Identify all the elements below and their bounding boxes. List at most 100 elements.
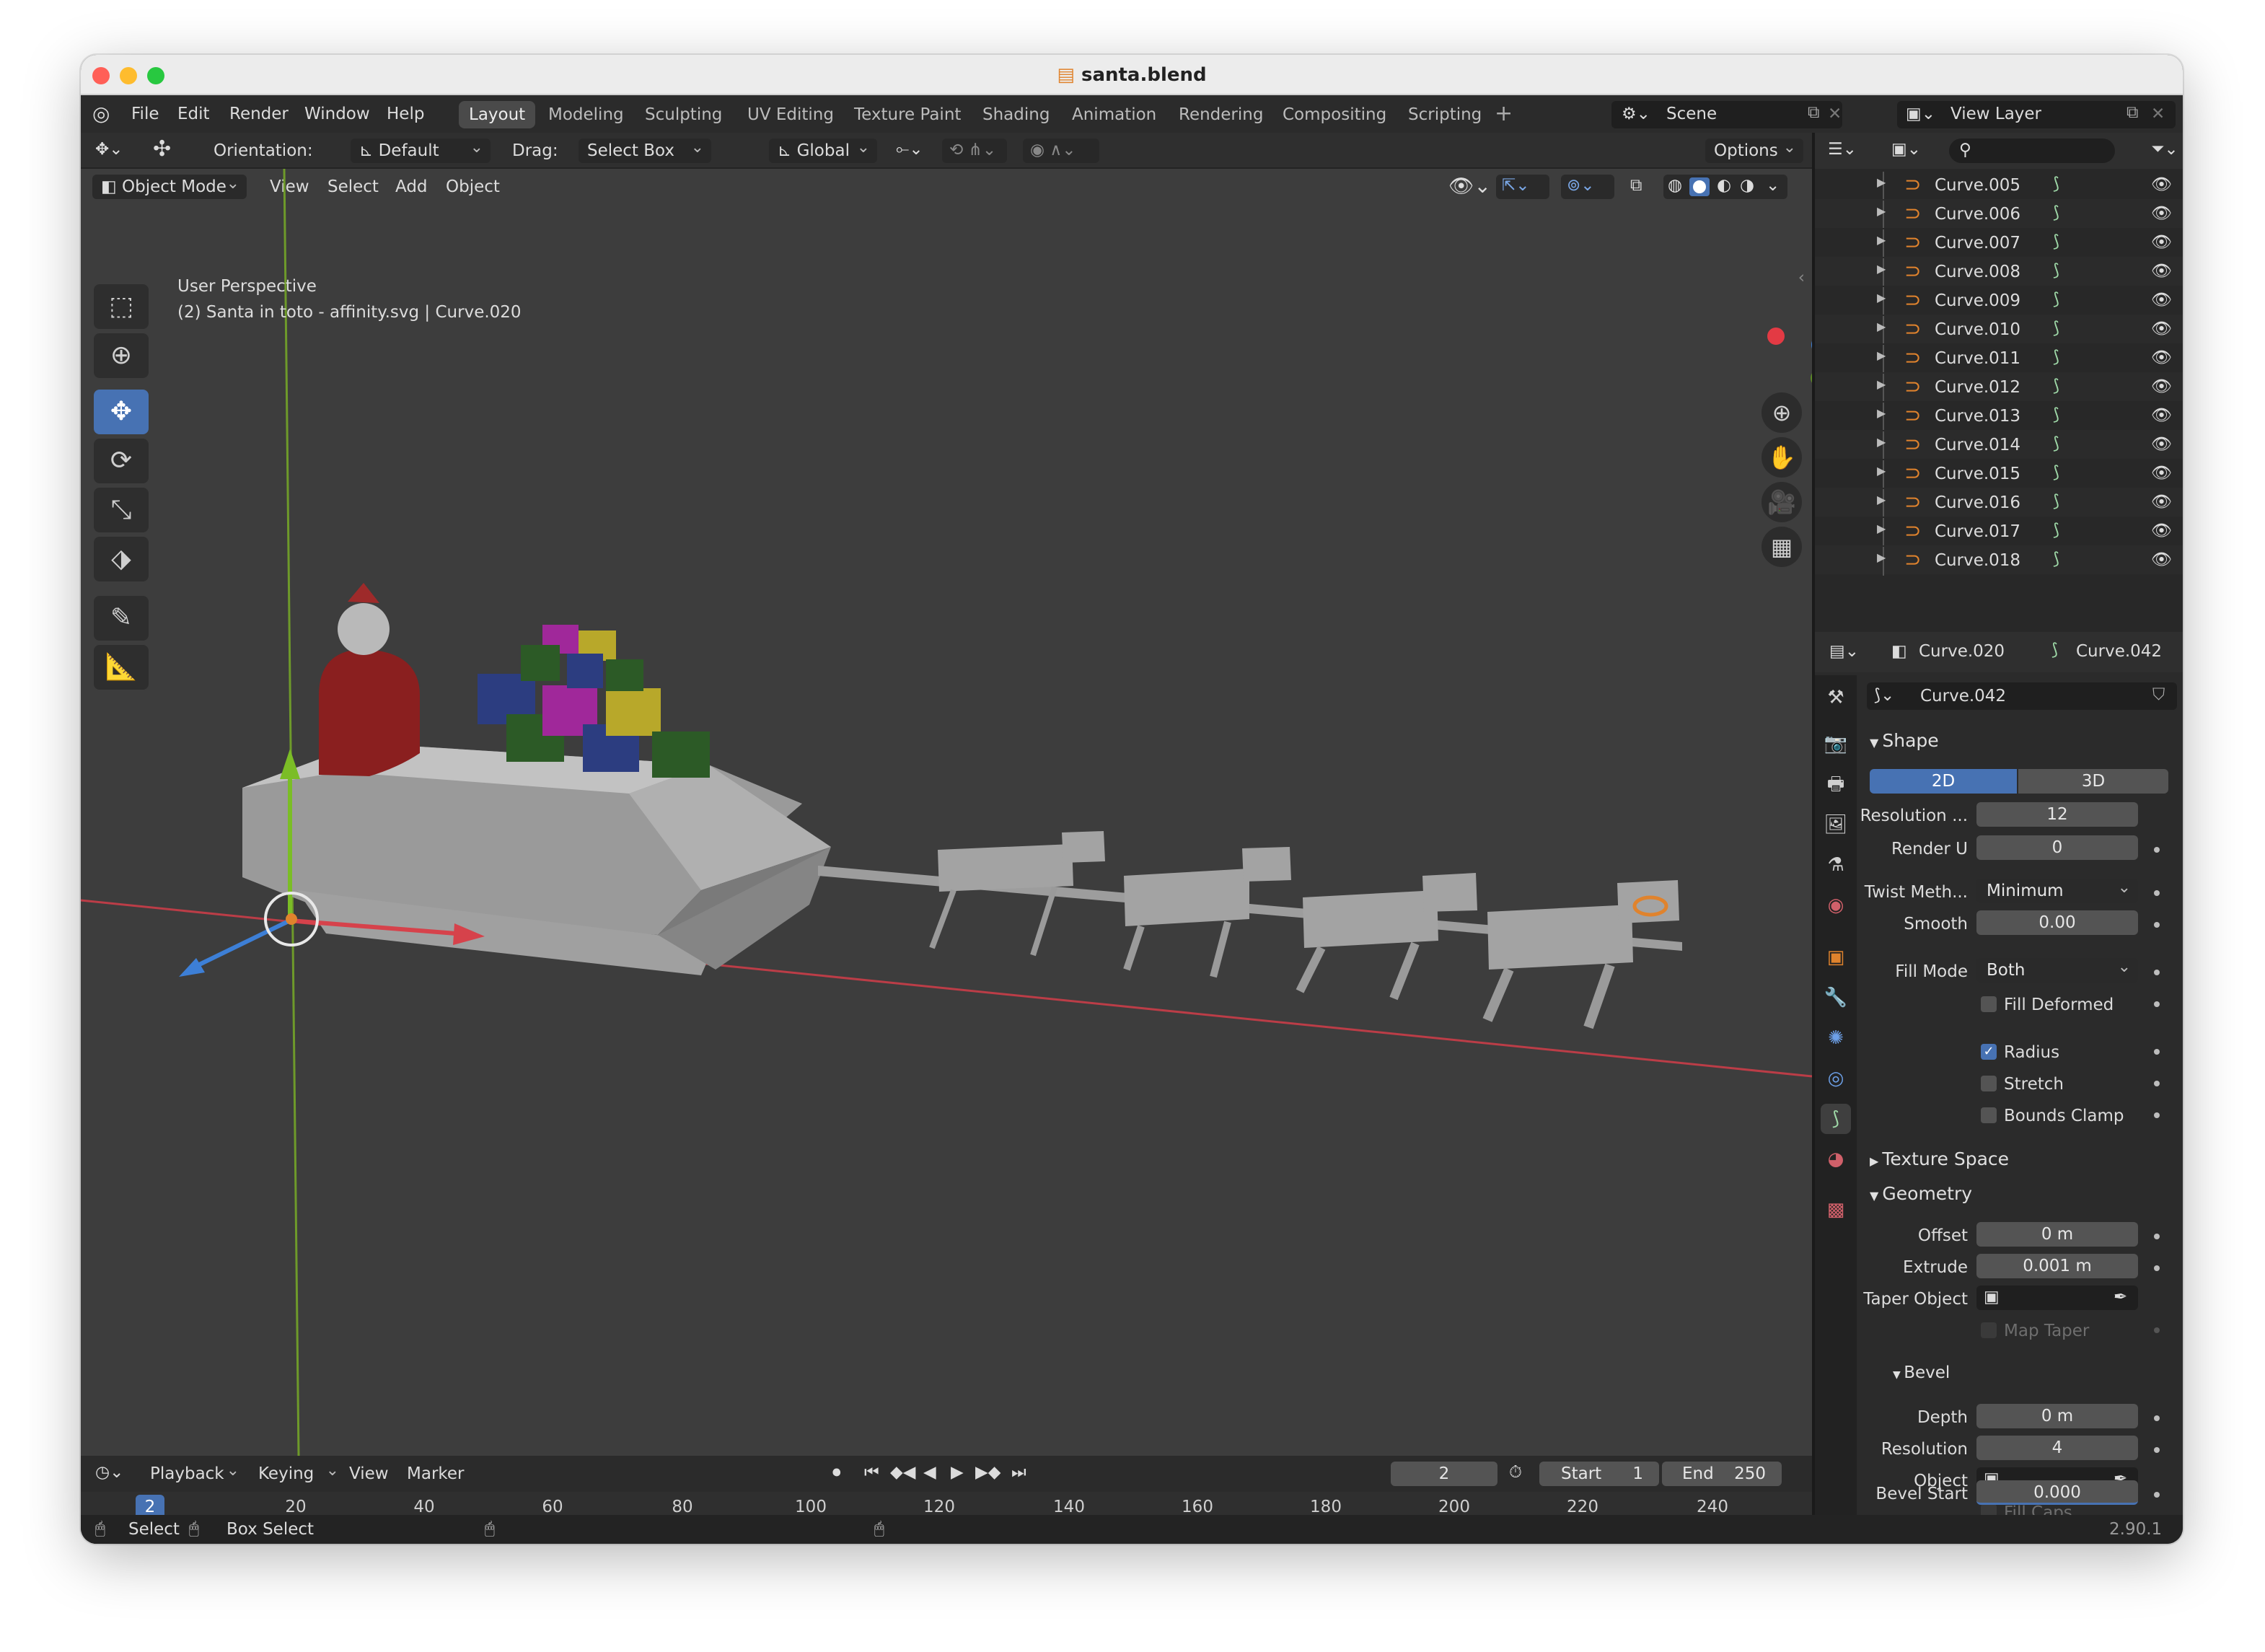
outliner-filter-icon[interactable]: ⏷⌄ <box>2151 141 2178 158</box>
outliner-filter-view-icon[interactable]: ▣⌄ <box>1891 141 1921 158</box>
outliner-item[interactable]: ▶ ⊃ Curve.005 ⟆ 👁 <box>1815 170 2183 201</box>
animate-property-dot[interactable] <box>2154 1447 2160 1453</box>
play-icon[interactable]: ▶ <box>951 1464 964 1481</box>
object-tab-icon[interactable]: ▣ <box>1821 942 1851 972</box>
eye-visibility-icon[interactable]: 👁 <box>2151 234 2172 251</box>
zoom-view-icon[interactable]: ⊕ <box>1762 392 1802 433</box>
play-reverse-icon[interactable]: ◀ <box>923 1464 936 1481</box>
animate-property-dot[interactable] <box>2154 970 2160 975</box>
eye-visibility-icon[interactable]: 👁 <box>2151 465 2172 482</box>
texture-space-panel-header[interactable]: ▶ Texture Space <box>1870 1150 2009 1168</box>
expand-arrow-icon[interactable]: ▶ <box>1877 177 1886 188</box>
properties-editor-type-icon[interactable]: ▤⌄ <box>1829 643 1859 660</box>
output-tab-icon[interactable]: 🖶 <box>1821 769 1851 799</box>
blender-logo-icon[interactable]: ◎ <box>92 104 110 124</box>
eye-visibility-icon[interactable]: 👁 <box>2151 552 2172 568</box>
annotate-tool[interactable]: ✎ <box>94 596 149 641</box>
eye-visibility-icon[interactable]: 👁 <box>2151 292 2172 309</box>
current-frame-field[interactable]: 2 <box>1391 1462 1497 1486</box>
stretch-checkbox[interactable] <box>1981 1076 1997 1091</box>
stopwatch-icon[interactable]: ⏱ <box>1509 1464 1522 1481</box>
pivot-icon[interactable]: ⟜⌄ <box>896 141 923 158</box>
remove-view-layer-icon[interactable]: ✕ <box>2151 106 2165 123</box>
animate-property-dot[interactable] <box>2154 1415 2160 1421</box>
animate-property-dot[interactable] <box>2154 847 2160 853</box>
material-tab-icon[interactable]: ◕ <box>1821 1144 1851 1174</box>
editor-type-icon[interactable]: ◷⌄ <box>95 1464 123 1481</box>
outliner-item[interactable]: ▶ ⊃ Curve.011 ⟆ 👁 <box>1815 343 2183 374</box>
cursor-tool[interactable]: ⊕ <box>94 333 149 378</box>
tab-texture-paint[interactable]: Texture Paint <box>844 101 971 128</box>
tab-shading[interactable]: Shading <box>972 101 1060 128</box>
expand-arrow-icon[interactable]: ▶ <box>1877 206 1886 217</box>
menu-render[interactable]: Render <box>229 106 289 123</box>
animate-property-dot[interactable] <box>2154 922 2160 928</box>
expand-arrow-icon[interactable]: ▶ <box>1877 234 1886 246</box>
dimension-3d-button[interactable]: 3D <box>2018 769 2168 794</box>
bevel-depth-field[interactable]: 0 m <box>1976 1404 2138 1428</box>
eye-visibility-icon[interactable]: 👁 <box>2151 350 2172 366</box>
expand-arrow-icon[interactable]: ▶ <box>1877 292 1886 304</box>
properties-editor[interactable]: ▤⌄ ◧ Curve.020 ⟆ Curve.042 ⚒ 📷 🖶 🖼 ⚗ ◉ ▣… <box>1812 632 2183 1521</box>
eye-visibility-icon[interactable]: 👁 <box>2151 379 2172 395</box>
tab-uv-editing[interactable]: UV Editing <box>737 101 844 128</box>
expand-arrow-icon[interactable]: ▶ <box>1877 379 1886 390</box>
bounds-clamp-checkbox[interactable] <box>1981 1107 1997 1123</box>
fill-mode-dropdown[interactable]: Both <box>1976 955 2138 983</box>
animate-property-dot[interactable] <box>2154 1081 2160 1086</box>
expand-arrow-icon[interactable]: ▶ <box>1877 552 1886 563</box>
animate-property-dot[interactable] <box>2154 1049 2160 1055</box>
snap-toggle[interactable]: ⟲ ⋔⌄ <box>942 139 1007 163</box>
scale-tool[interactable]: ⤡ <box>94 488 149 532</box>
navigation-gizmo[interactable]: Y X Z <box>1747 270 1812 407</box>
expand-arrow-icon[interactable]: ▶ <box>1877 436 1886 448</box>
expand-arrow-icon[interactable]: ▶ <box>1877 350 1886 361</box>
shape-panel-header[interactable]: ▼ Shape <box>1870 731 1939 750</box>
remove-scene-icon[interactable]: ✕ <box>1828 106 1842 123</box>
offset-field[interactable]: 0 m <box>1976 1222 2138 1247</box>
eye-visibility-icon[interactable]: 👁 <box>2151 408 2172 424</box>
curve-datablock-selector[interactable]: ⟆⌄ Curve.042 ⛉ <box>1867 682 2177 710</box>
texture-tab-icon[interactable]: ▩ <box>1821 1195 1851 1225</box>
expand-arrow-icon[interactable]: ▶ <box>1877 523 1886 535</box>
eye-visibility-icon[interactable]: 👁 <box>2151 321 2172 338</box>
options-dropdown[interactable]: Options <box>1705 136 1803 163</box>
view-layer-tab-icon[interactable]: 🖼 <box>1821 809 1851 840</box>
eye-visibility-icon[interactable]: 👁 <box>2151 523 2172 540</box>
prev-keyframe-icon[interactable]: ◆◀ <box>890 1464 915 1481</box>
pan-hand-icon[interactable]: ✋ <box>1762 437 1802 478</box>
dimension-2d-button[interactable]: 2D <box>1870 769 2017 794</box>
add-workspace-icon[interactable]: + <box>1495 103 1513 125</box>
timeline-view-menu[interactable]: View <box>349 1466 389 1482</box>
scene-tab-icon[interactable]: ⚗ <box>1821 850 1851 880</box>
bevel-start-field[interactable]: 0.000 <box>1976 1480 2138 1505</box>
outliner-item[interactable]: ▶ ⊃ Curve.010 ⟆ 👁 <box>1815 315 2183 345</box>
eye-visibility-icon[interactable]: 👁 <box>2151 436 2172 453</box>
expand-arrow-icon[interactable]: ▶ <box>1877 465 1886 477</box>
radius-checkbox[interactable]: ✓ <box>1981 1044 1997 1060</box>
3d-viewport[interactable]: ◧ Object Mode View Select Add Object 👁⌄ … <box>81 169 1812 1456</box>
resolution-u-field[interactable]: 12 <box>1976 802 2138 827</box>
eye-visibility-icon[interactable]: 👁 <box>2151 494 2172 511</box>
fake-user-shield-icon[interactable]: ⛉ <box>2152 687 2165 703</box>
outliner-item[interactable]: ▶ ⊃ Curve.014 ⟆ 👁 <box>1815 430 2183 460</box>
animate-property-dot[interactable] <box>2154 1492 2160 1498</box>
scene-selector[interactable]: ⚙⌄ Scene ⧉ ✕ <box>1611 101 1842 128</box>
proportional-edit-toggle[interactable]: ◉ ∧⌄ <box>1023 139 1099 163</box>
jump-start-icon[interactable]: ⏮ <box>864 1464 879 1481</box>
rotate-tool[interactable]: ⟳ <box>94 439 149 483</box>
outliner-item[interactable]: ▶ ⊃ Curve.009 ⟆ 👁 <box>1815 286 2183 316</box>
render-tab-icon[interactable]: 📷 <box>1821 729 1851 759</box>
taper-object-field[interactable]: ▣ ✒ <box>1976 1286 2138 1310</box>
perspective-grid-icon[interactable]: ▦ <box>1762 527 1802 567</box>
orientation-dropdown[interactable]: ⊾ Default <box>351 136 491 163</box>
tab-modeling[interactable]: Modeling <box>538 101 634 128</box>
outliner-display-mode-icon[interactable]: ☰⌄ <box>1828 141 1857 158</box>
tab-scripting[interactable]: Scripting <box>1398 101 1492 128</box>
start-frame-field[interactable]: Start 1 <box>1539 1462 1659 1486</box>
jump-end-icon[interactable]: ⏭ <box>1011 1464 1026 1481</box>
map-taper-checkbox[interactable] <box>1981 1322 1997 1338</box>
tool-tab-icon[interactable]: ⚒ <box>1821 682 1851 713</box>
drag-dropdown[interactable]: Select Box <box>579 136 711 163</box>
record-icon[interactable]: ⏺ <box>832 1464 841 1481</box>
